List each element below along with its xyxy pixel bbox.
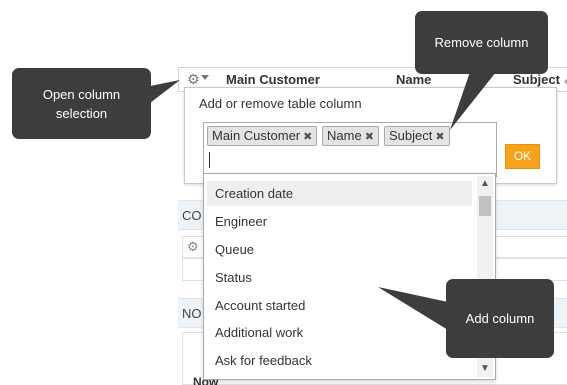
- dropdown-option[interactable]: Creation date: [207, 181, 472, 206]
- selected-column-tag: Name ✖: [322, 126, 379, 146]
- callout-text: Open column selection: [42, 86, 121, 121]
- section-title-co: CO: [182, 208, 202, 223]
- callout-add-column: Add column: [446, 279, 554, 358]
- column-header-name[interactable]: Name: [396, 72, 431, 87]
- dropdown-option[interactable]: Additional work: [207, 320, 472, 345]
- column-selection-popup: Add or remove table column Main Customer…: [184, 87, 557, 184]
- gear-icon[interactable]: ⚙: [187, 71, 200, 88]
- dropdown-option[interactable]: Status: [207, 265, 472, 290]
- column-header-main-customer[interactable]: Main Customer: [226, 72, 320, 87]
- tag-label: Main Customer: [212, 128, 301, 143]
- tag-label: Subject: [389, 128, 433, 143]
- remove-tag-icon[interactable]: ✖: [435, 131, 444, 143]
- dropdown-option[interactable]: Ask for feedback: [207, 348, 472, 373]
- gear-icon[interactable]: ⚙: [187, 239, 199, 255]
- remove-tag-icon[interactable]: ✖: [365, 131, 374, 143]
- selected-column-tag: Main Customer ✖: [207, 126, 318, 146]
- selected-column-tag: Subject ✖: [384, 126, 450, 146]
- column-header-subject[interactable]: Subject◆: [513, 72, 567, 87]
- column-header-subject-label: Subject: [513, 72, 560, 87]
- chevron-down-icon[interactable]: [201, 75, 209, 80]
- ok-button[interactable]: OK: [505, 144, 540, 169]
- callout-pointer-open-column: [150, 80, 180, 103]
- section-title-no: NO: [182, 306, 202, 321]
- scrollbar-thumb[interactable]: [479, 196, 491, 216]
- text-cursor: [209, 152, 210, 168]
- dropdown-option[interactable]: Queue: [207, 237, 472, 262]
- callout-text: Add column: [465, 311, 535, 326]
- popup-title: Add or remove table column: [199, 96, 362, 111]
- column-tag-input[interactable]: Main Customer ✖ Name ✖ Subject ✖: [203, 122, 497, 177]
- callout-text: Remove column: [434, 35, 529, 50]
- column-header-name-label: Name: [396, 72, 432, 87]
- dropdown-option[interactable]: Account started: [207, 293, 472, 318]
- remove-tag-icon[interactable]: ✖: [303, 131, 312, 143]
- tag-label: Name: [327, 128, 362, 143]
- dropdown-option[interactable]: Engineer: [207, 209, 472, 234]
- callout-open-column-selection: Open column selection: [12, 68, 151, 139]
- callout-remove-column: Remove column: [415, 11, 548, 74]
- scroll-up-icon[interactable]: ▲: [477, 176, 493, 192]
- scroll-down-icon[interactable]: ▼: [477, 361, 493, 377]
